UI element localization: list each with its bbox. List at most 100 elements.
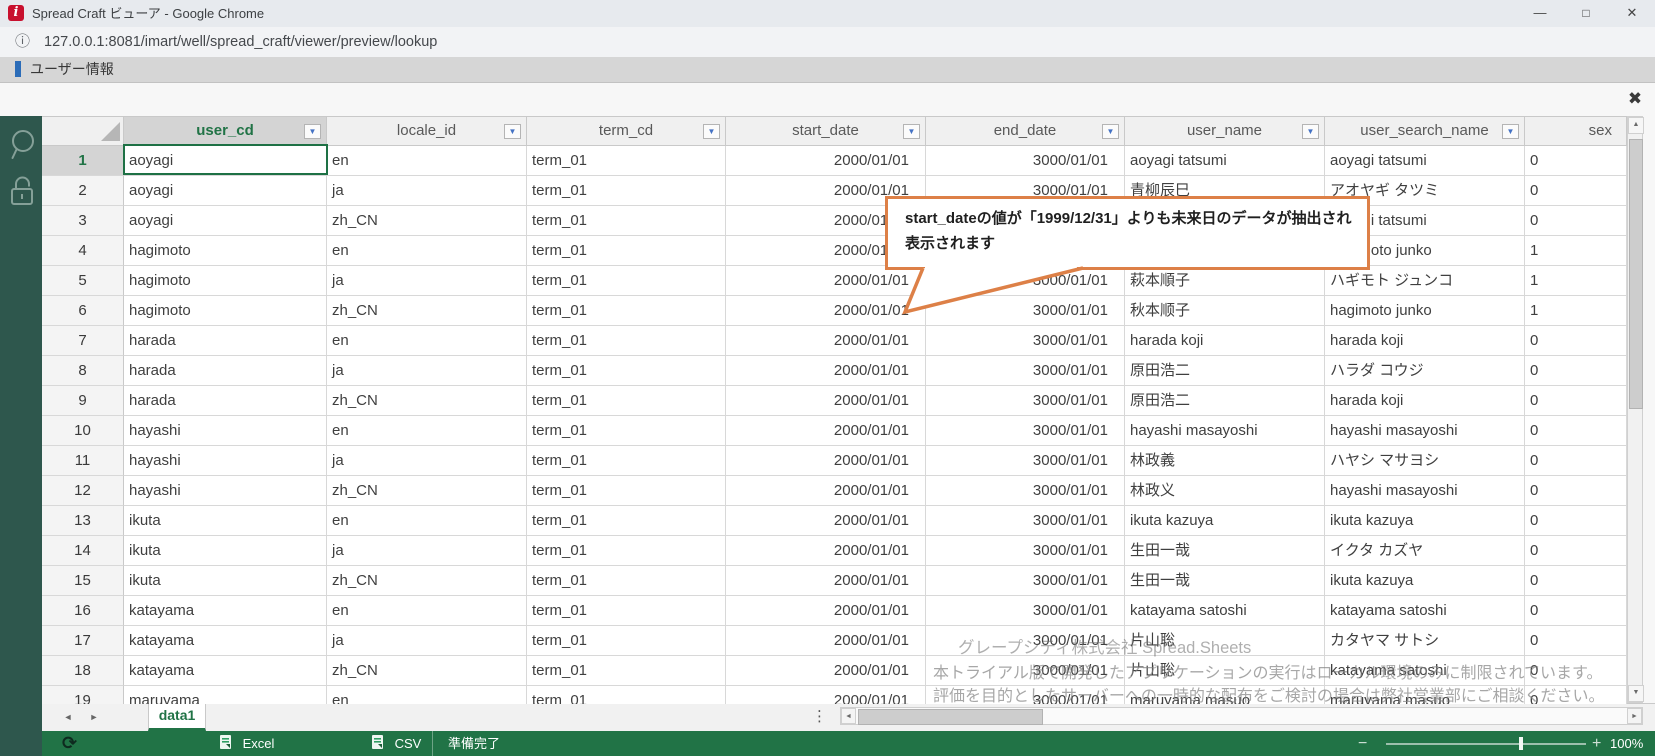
viewer-close-button[interactable]: ✖ — [1622, 86, 1648, 112]
cell-locale_id[interactable]: en — [327, 596, 527, 626]
cell-term_cd[interactable]: term_01 — [527, 656, 726, 686]
cell-user_search_name[interactable]: aoyagi tatsumi — [1325, 146, 1525, 176]
cell-end_date[interactable]: 3000/01/01 — [926, 416, 1125, 446]
cell-term_cd[interactable]: term_01 — [527, 236, 726, 266]
cell-end_date[interactable]: 3000/01/01 — [926, 686, 1125, 704]
row-header-1[interactable]: 1 — [42, 146, 124, 176]
cell-user_name[interactable]: 秋本顺子 — [1125, 296, 1325, 326]
cell-locale_id[interactable]: ja — [327, 446, 527, 476]
cell-locale_id[interactable]: ja — [327, 536, 527, 566]
cell-start_date[interactable]: 2000/01/01 — [726, 656, 926, 686]
cell-locale_id[interactable]: zh_CN — [327, 206, 527, 236]
cell-user_name[interactable]: 片山聡 — [1125, 656, 1325, 686]
cell-locale_id[interactable]: zh_CN — [327, 296, 527, 326]
cell-sex[interactable]: 0 — [1525, 686, 1627, 704]
cell-locale_id[interactable]: zh_CN — [327, 656, 527, 686]
cell-user_name[interactable]: 生田一哉 — [1125, 536, 1325, 566]
cell-start_date[interactable]: 2000/01/01 — [726, 626, 926, 656]
cell-sex[interactable]: 1 — [1525, 266, 1627, 296]
cell-locale_id[interactable]: ja — [327, 356, 527, 386]
cell-user_cd[interactable]: ikuta — [124, 536, 327, 566]
cell-end_date[interactable]: 3000/01/01 — [926, 476, 1125, 506]
cell-start_date[interactable]: 2000/01/01 — [726, 356, 926, 386]
row-header-5[interactable]: 5 — [42, 266, 124, 296]
scroll-right-button[interactable]: ► — [1627, 708, 1642, 724]
cell-user_name[interactable]: maruyama masuo — [1125, 686, 1325, 704]
cell-start_date[interactable]: 2000/01/01 — [726, 326, 926, 356]
select-all-corner[interactable] — [42, 117, 124, 146]
cell-user_cd[interactable]: hagimoto — [124, 266, 327, 296]
filter-dropdown-button-locale_id[interactable]: ▼ — [504, 124, 521, 139]
cell-term_cd[interactable]: term_01 — [527, 296, 726, 326]
cell-sex[interactable]: 0 — [1525, 146, 1627, 176]
cell-user_name[interactable]: 原田浩二 — [1125, 356, 1325, 386]
cell-term_cd[interactable]: term_01 — [527, 446, 726, 476]
cell-user_name[interactable]: 林政義 — [1125, 446, 1325, 476]
cell-term_cd[interactable]: term_01 — [527, 536, 726, 566]
row-header-13[interactable]: 13 — [42, 506, 124, 536]
cell-user_name[interactable]: harada koji — [1125, 326, 1325, 356]
vertical-scroll-thumb[interactable] — [1629, 139, 1643, 409]
cell-user_cd[interactable]: harada — [124, 326, 327, 356]
cell-end_date[interactable]: 3000/01/01 — [926, 626, 1125, 656]
sheet-nav-prev-button[interactable]: ◄ — [60, 708, 76, 726]
zoom-in-button[interactable]: + — [1592, 731, 1601, 756]
cell-user_search_name[interactable]: カタヤマ サトシ — [1325, 626, 1525, 656]
column-header-user_name[interactable]: user_name ▼ — [1125, 117, 1325, 146]
horizontal-scroll-thumb[interactable] — [858, 709, 1043, 725]
zoom-out-button[interactable]: − — [1358, 731, 1367, 756]
column-header-term_cd[interactable]: term_cd ▼ — [527, 117, 726, 146]
row-header-8[interactable]: 8 — [42, 356, 124, 386]
cell-start_date[interactable]: 2000/01/01 — [726, 146, 926, 176]
cell-sex[interactable]: 1 — [1525, 296, 1627, 326]
cell-sex[interactable]: 0 — [1525, 416, 1627, 446]
filter-dropdown-button-user_cd[interactable]: ▼ — [304, 124, 321, 139]
cell-sex[interactable]: 0 — [1525, 326, 1627, 356]
cell-user_cd[interactable]: katayama — [124, 596, 327, 626]
cell-sex[interactable]: 0 — [1525, 566, 1627, 596]
cell-start_date[interactable]: 2000/01/01 — [726, 596, 926, 626]
cell-start_date[interactable]: 2000/01/01 — [726, 566, 926, 596]
cell-user_search_name[interactable]: harada koji — [1325, 386, 1525, 416]
zoom-slider-thumb[interactable] — [1519, 737, 1523, 750]
cell-user_search_name[interactable]: ハギモト ジュンコ — [1325, 266, 1525, 296]
cell-sex[interactable]: 0 — [1525, 176, 1627, 206]
row-header-16[interactable]: 16 — [42, 596, 124, 626]
sheet-tab-data1[interactable]: data1 — [148, 703, 206, 731]
cell-user_name[interactable]: ikuta kazuya — [1125, 506, 1325, 536]
sheet-nav-next-button[interactable]: ► — [86, 708, 102, 726]
cell-term_cd[interactable]: term_01 — [527, 176, 726, 206]
column-header-sex[interactable]: sex — [1525, 117, 1627, 146]
cell-sex[interactable]: 0 — [1525, 206, 1627, 236]
cell-term_cd[interactable]: term_01 — [527, 206, 726, 236]
cell-sex[interactable]: 0 — [1525, 476, 1627, 506]
cell-term_cd[interactable]: term_01 — [527, 416, 726, 446]
cell-start_date[interactable]: 2000/01/01 — [726, 476, 926, 506]
row-header-18[interactable]: 18 — [42, 656, 124, 686]
cell-user_name[interactable]: 林政义 — [1125, 476, 1325, 506]
scroll-down-button[interactable]: ▼ — [1628, 685, 1644, 702]
row-header-4[interactable]: 4 — [42, 236, 124, 266]
cell-locale_id[interactable]: en — [327, 236, 527, 266]
cell-locale_id[interactable]: ja — [327, 176, 527, 206]
cell-end_date[interactable]: 3000/01/01 — [926, 146, 1125, 176]
row-header-2[interactable]: 2 — [42, 176, 124, 206]
scroll-left-button[interactable]: ◄ — [841, 708, 856, 724]
window-minimize-button[interactable]: — — [1517, 0, 1563, 27]
row-header-9[interactable]: 9 — [42, 386, 124, 416]
cell-locale_id[interactable]: zh_CN — [327, 386, 527, 416]
cell-locale_id[interactable]: ja — [327, 626, 527, 656]
filter-dropdown-button-start_date[interactable]: ▼ — [903, 124, 920, 139]
cell-locale_id[interactable]: en — [327, 146, 527, 176]
cell-start_date[interactable]: 2000/01/01 — [726, 536, 926, 566]
column-header-start_date[interactable]: start_date ▼ — [726, 117, 926, 146]
cell-locale_id[interactable]: zh_CN — [327, 476, 527, 506]
row-header-14[interactable]: 14 — [42, 536, 124, 566]
vertical-scrollbar[interactable]: ▲ ▼ — [1627, 116, 1644, 703]
cell-locale_id[interactable]: ja — [327, 266, 527, 296]
cell-user_cd[interactable]: hayashi — [124, 476, 327, 506]
row-header-10[interactable]: 10 — [42, 416, 124, 446]
window-close-button[interactable]: ✕ — [1609, 0, 1655, 27]
export-excel-button[interactable]: Excel — [218, 731, 274, 756]
cell-start_date[interactable]: 2000/01/01 — [726, 506, 926, 536]
